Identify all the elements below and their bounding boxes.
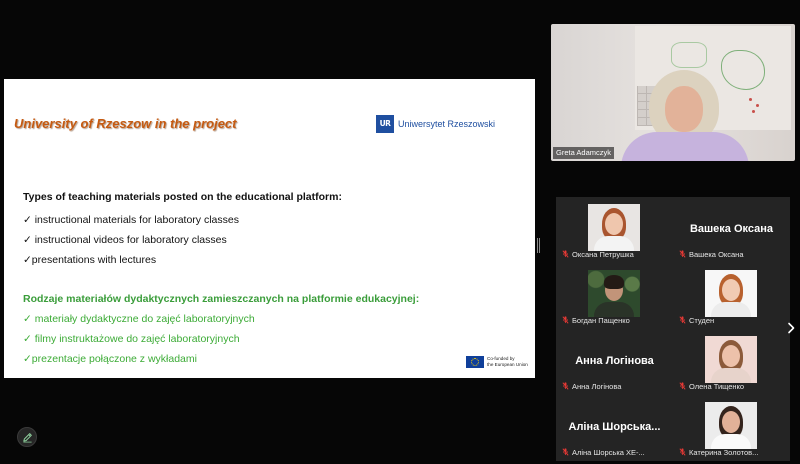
muted-mic-icon xyxy=(679,382,686,390)
muted-mic-icon xyxy=(562,250,569,258)
slide-list-item: ✓prezentacje połączone z wykładami xyxy=(23,353,197,365)
avatar-body xyxy=(711,368,751,383)
eu-flag-icon xyxy=(466,356,484,368)
eu-cofunded-badge: Co-funded by the European Union xyxy=(466,355,532,369)
participant-tile[interactable]: Аліна Шорська... Аліна Шорська ХЕ-... xyxy=(557,397,672,460)
shared-screen[interactable]: University of Rzeszow in the project UR … xyxy=(4,79,535,378)
participant-label: Катерина Золотов... xyxy=(679,448,787,458)
avatar-body xyxy=(711,302,751,317)
slide-list-item: ✓ instructional materials for laboratory… xyxy=(23,214,239,226)
participant-label: Анна Логінова xyxy=(562,382,670,392)
poster-dot xyxy=(749,98,752,101)
avatar-hair xyxy=(604,275,624,289)
participant-placeholder-name: Аліна Шорська... xyxy=(568,421,661,433)
participant-placeholder-name: Анна Логінова xyxy=(575,355,654,367)
slide-list-item: ✓presentations with lectures xyxy=(23,254,157,266)
poster-dot xyxy=(756,104,759,107)
annotate-button[interactable] xyxy=(17,427,37,447)
participant-label: Олена Тищенко xyxy=(679,382,787,392)
eu-badge-line: the European Union xyxy=(487,361,528,367)
participant-placeholder-name: Вашека Оксана xyxy=(689,223,774,235)
avatar-body xyxy=(594,302,634,317)
participant-video xyxy=(705,270,757,317)
participant-video xyxy=(588,204,640,251)
university-logo-text: Uniwersytet Rzeszowski xyxy=(398,119,496,129)
participant-tile[interactable]: Катерина Золотов... xyxy=(674,397,789,460)
avatar-body xyxy=(711,434,751,449)
participant-video xyxy=(705,336,757,383)
participant-label: Вашека Оксана xyxy=(679,250,787,260)
speaker-body xyxy=(621,132,749,161)
participant-tile[interactable]: Анна Логінова Анна Логінова xyxy=(557,331,672,394)
poster-dot xyxy=(752,110,755,113)
participant-name: Вашека Оксана xyxy=(689,250,744,259)
muted-mic-icon xyxy=(679,316,686,324)
avatar-body xyxy=(594,236,634,251)
avatar-face xyxy=(722,411,740,433)
muted-mic-icon xyxy=(679,448,686,456)
slide-list-pl: ✓ materiały dydaktyczne do zajęć laborat… xyxy=(23,309,255,369)
avatar-face xyxy=(605,213,623,235)
participant-name: Богдан Пащенко xyxy=(572,316,630,325)
participant-label: Студен xyxy=(679,316,787,326)
muted-mic-icon xyxy=(562,382,569,390)
chevron-right-glyph xyxy=(788,322,795,334)
pencil-icon xyxy=(23,433,32,443)
participant-name: Анна Логінова xyxy=(572,382,622,391)
participant-name: Катерина Золотов... xyxy=(689,448,759,457)
slide-heading-pl: Rodzaje materiałów dydaktycznych zamiesz… xyxy=(23,293,420,305)
slide-list-en: ✓ instructional materials for laboratory… xyxy=(23,210,239,270)
handle-line xyxy=(539,238,540,253)
speaker-face xyxy=(665,86,703,132)
handle-line xyxy=(537,238,538,253)
muted-mic-icon xyxy=(562,316,569,324)
participant-name: Студен xyxy=(689,316,715,325)
slide-heading-en: Types of teaching materials posted on th… xyxy=(23,191,342,203)
participant-name: Олена Тищенко xyxy=(689,382,745,391)
participant-tile[interactable]: Вашека Оксана Вашека Оксана xyxy=(674,199,789,262)
participant-tile[interactable]: Богдан Пащенко xyxy=(557,265,672,328)
drag-handle-icon[interactable] xyxy=(536,238,541,253)
participants-gallery: Оксана Петрушка Вашека Оксана Вашека Окс… xyxy=(556,197,790,461)
active-speaker-video[interactable]: Greta Adamczyk xyxy=(551,24,795,161)
participant-tile[interactable]: Олена Тищенко xyxy=(674,331,789,394)
avatar-face xyxy=(722,345,740,367)
slide-list-item: ✓ materiały dydaktyczne do zajęć laborat… xyxy=(23,313,255,325)
chevron-right-icon[interactable] xyxy=(787,321,795,334)
eu-stars xyxy=(471,358,479,366)
speaker-name-label: Greta Adamczyk xyxy=(553,147,615,159)
participant-label: Оксана Петрушка xyxy=(562,250,670,260)
participant-name: Оксана Петрушка xyxy=(572,250,634,259)
participant-video xyxy=(705,402,757,449)
participant-label: Аліна Шорська ХЕ-... xyxy=(562,448,670,458)
avatar-face xyxy=(722,279,740,301)
participant-video xyxy=(588,270,640,317)
participant-name: Аліна Шорська ХЕ-... xyxy=(572,448,645,457)
slide-list-item: ✓ filmy instruktażowe do zajęć laborator… xyxy=(23,333,240,345)
slide-title: University of Rzeszow in the project xyxy=(14,116,237,131)
slide-list-item: ✓ instructional videos for laboratory cl… xyxy=(23,234,227,246)
participant-tile[interactable]: Оксана Петрушка xyxy=(557,199,672,262)
muted-mic-icon xyxy=(679,250,686,258)
muted-mic-icon xyxy=(562,448,569,456)
participant-tile[interactable]: Студен xyxy=(674,265,789,328)
university-logo-mark: UR xyxy=(376,115,394,133)
eu-badge-text: Co-funded by the European Union xyxy=(487,356,528,367)
participant-label: Богдан Пащенко xyxy=(562,316,670,326)
poster-map-shape xyxy=(671,42,707,68)
